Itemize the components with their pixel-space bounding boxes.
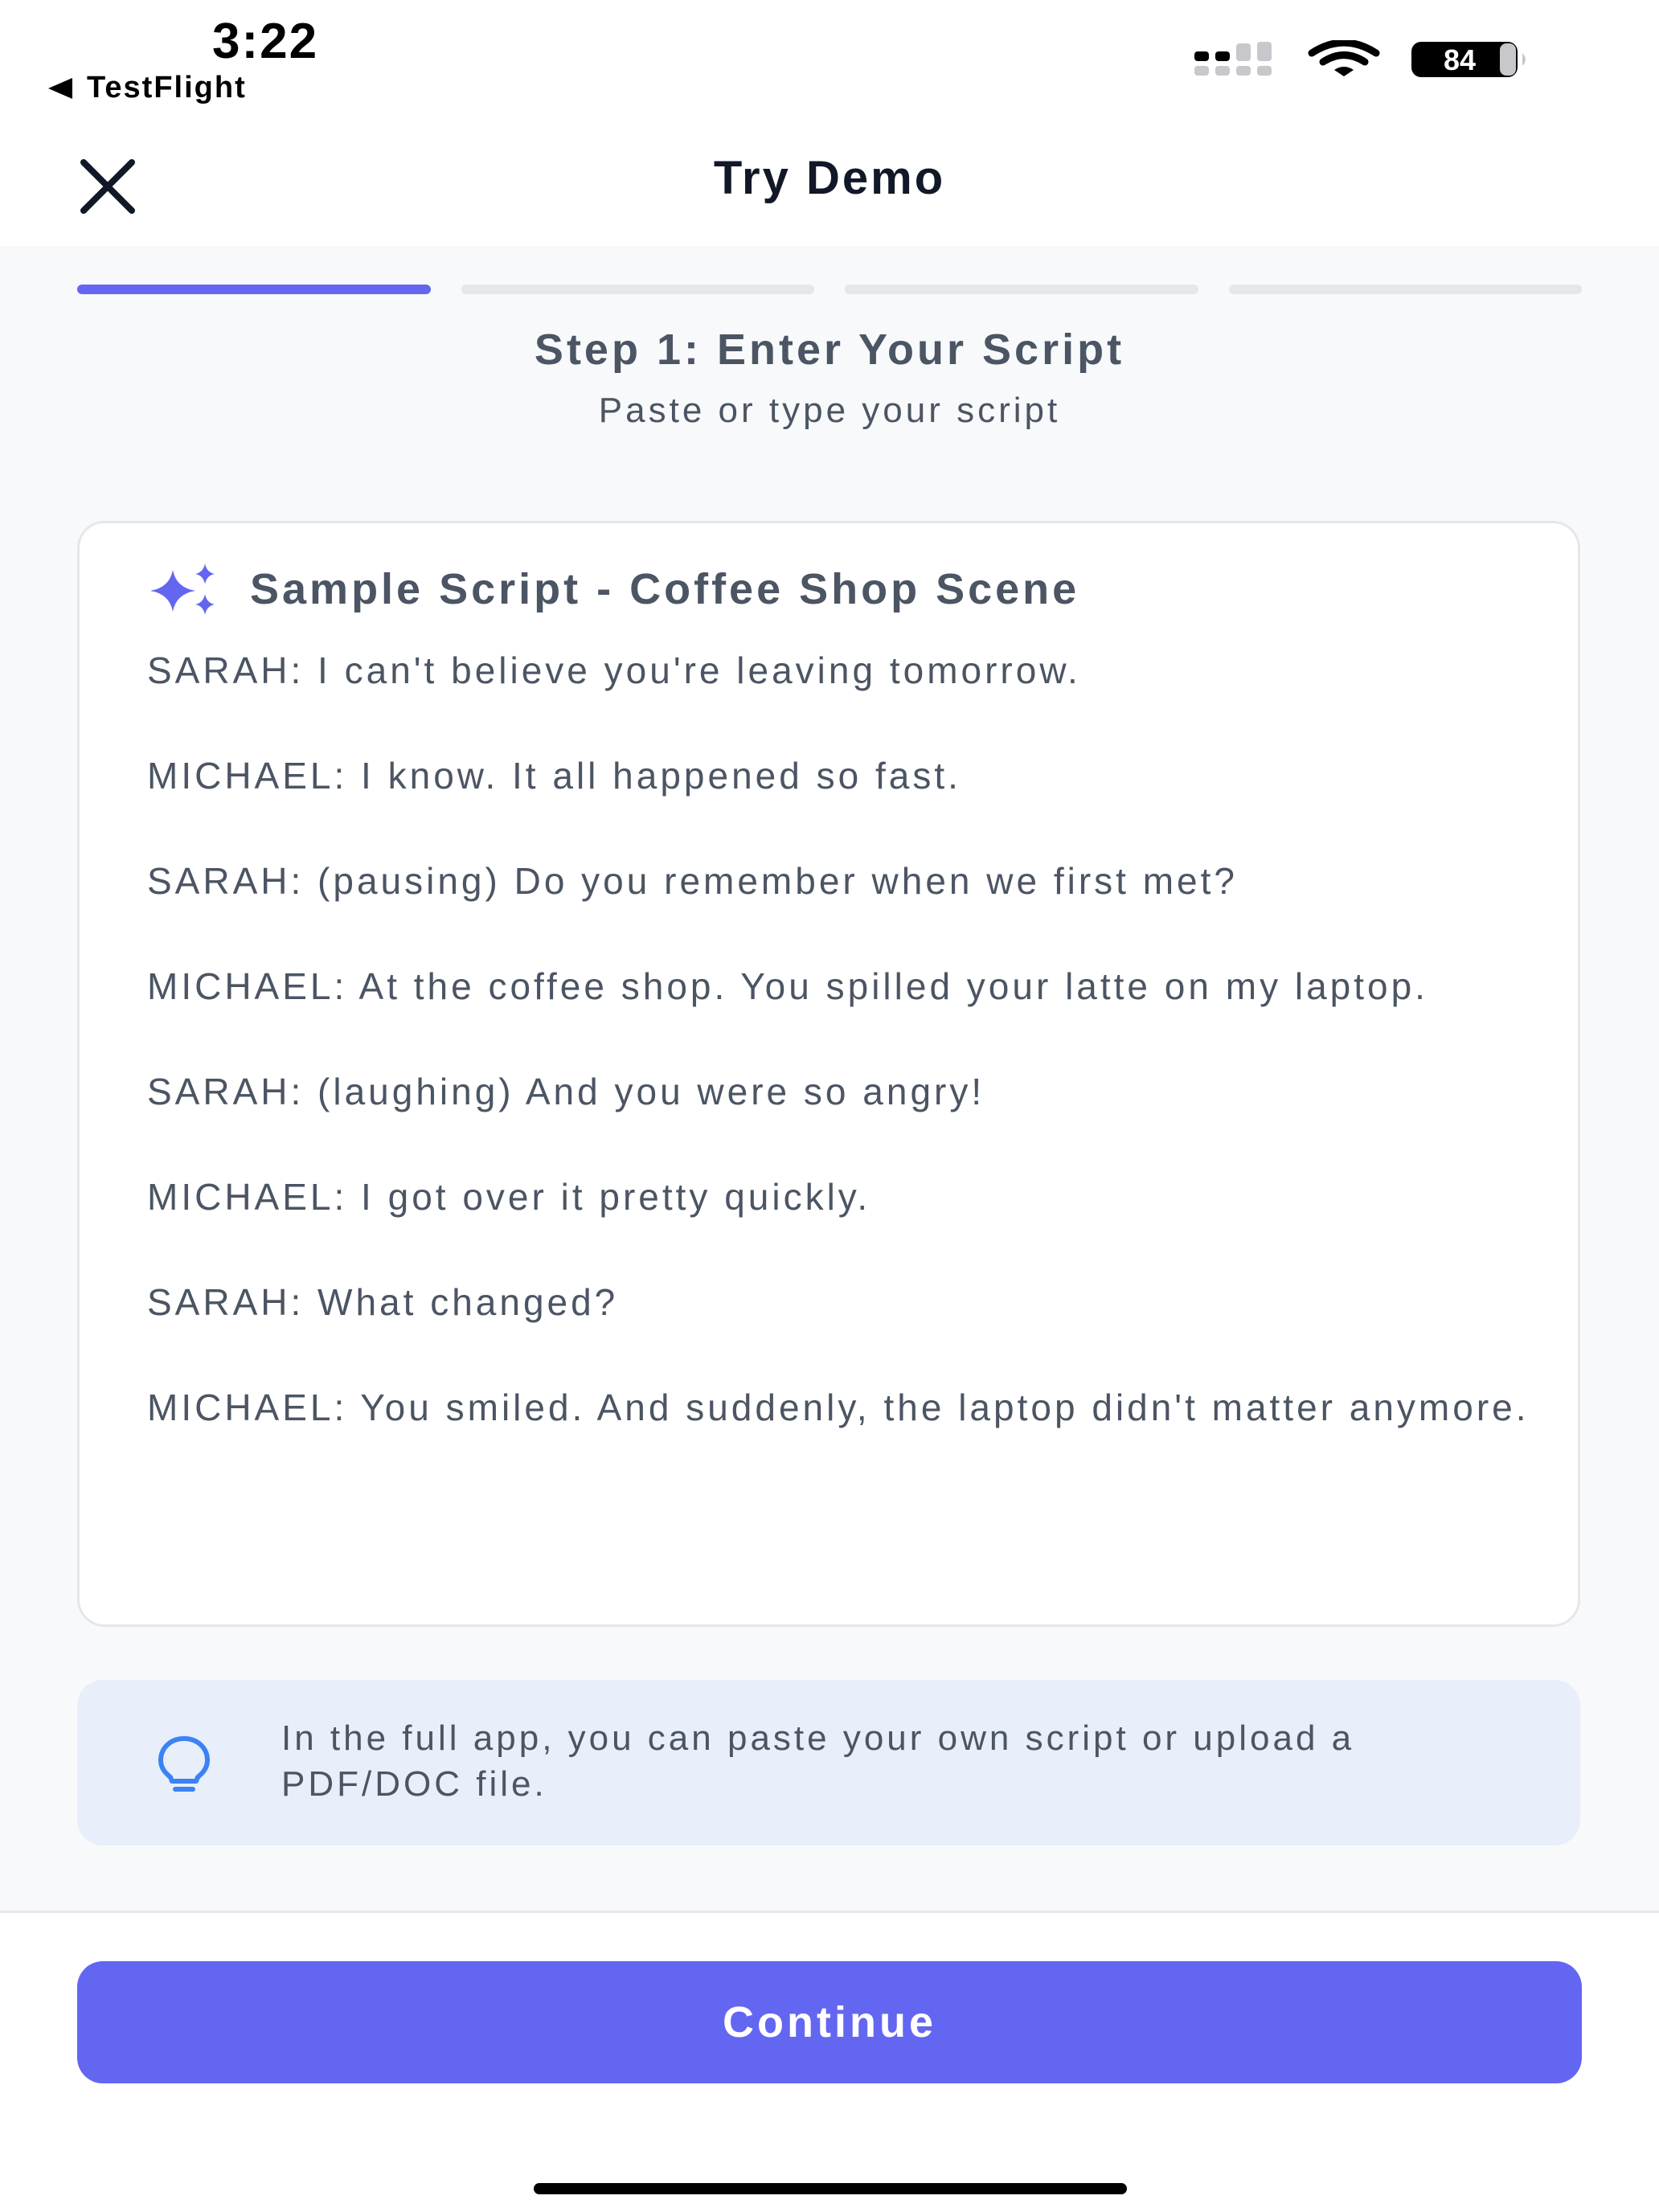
script-card-header: Sample Script - Coffee Shop Scene <box>145 563 1079 615</box>
script-line: SARAH: (laughing) And you were so angry! <box>147 1071 985 1112</box>
main-content: Step 1: Enter Your Script Paste or type … <box>0 246 1659 1913</box>
tip-banner: In the full app, you can paste your own … <box>77 1680 1580 1845</box>
back-app-label: TestFlight <box>87 71 247 104</box>
script-line: SARAH: I can't believe you're leaving to… <box>147 649 1081 691</box>
step-progress <box>77 285 1582 294</box>
battery-level: 84 <box>1444 43 1476 76</box>
footer: Continue <box>0 1913 1659 2212</box>
nav-bar: Try Demo <box>0 121 1659 246</box>
lightbulb-icon <box>158 1736 210 1792</box>
script-line: MICHAEL: I know. It all happened so fast… <box>147 755 961 797</box>
signal-icon <box>1194 42 1272 76</box>
home-indicator[interactable] <box>534 2183 1127 2194</box>
script-line: SARAH: (pausing) Do you remember when we… <box>147 860 1238 902</box>
tip-text: In the full app, you can paste your own … <box>281 1718 1355 1804</box>
continue-button[interactable]: Continue <box>77 1961 1582 2083</box>
status-time: 3:22 <box>212 14 319 69</box>
script-line: MICHAEL: I got over it pretty quickly. <box>147 1176 871 1218</box>
progress-segment-3 <box>845 285 1198 294</box>
script-card[interactable]: Sample Script - Coffee Shop Scene SARAH:… <box>77 521 1580 1627</box>
script-line: MICHAEL: You smiled. And suddenly, the l… <box>147 1387 1530 1428</box>
battery-icon: 84 <box>1411 42 1526 77</box>
script-line: MICHAEL: At the coffee shop. You spilled… <box>147 965 1428 1007</box>
status-bar: 3:22 TestFlight 84 <box>0 0 1659 121</box>
progress-segment-4 <box>1228 285 1582 294</box>
back-to-app-link[interactable]: TestFlight <box>48 71 247 105</box>
back-arrow-icon <box>48 77 72 99</box>
step-title: Step 1: Enter Your Script <box>534 326 1125 374</box>
script-card-title: Sample Script - Coffee Shop Scene <box>250 565 1080 613</box>
step-subtitle: Paste or type your script <box>598 391 1061 430</box>
demo-screen: 3:22 TestFlight 84 Try Demo Step 1: Ente… <box>0 0 1659 2212</box>
script-line: SARAH: What changed? <box>147 1281 619 1323</box>
wifi-icon <box>1308 40 1380 76</box>
sparkles-icon <box>150 563 215 615</box>
script-text: SARAH: I can't believe you're leaving to… <box>147 644 1530 1434</box>
progress-segment-2 <box>461 285 814 294</box>
progress-segment-1 <box>77 285 431 294</box>
page-title: Try Demo <box>713 152 946 204</box>
